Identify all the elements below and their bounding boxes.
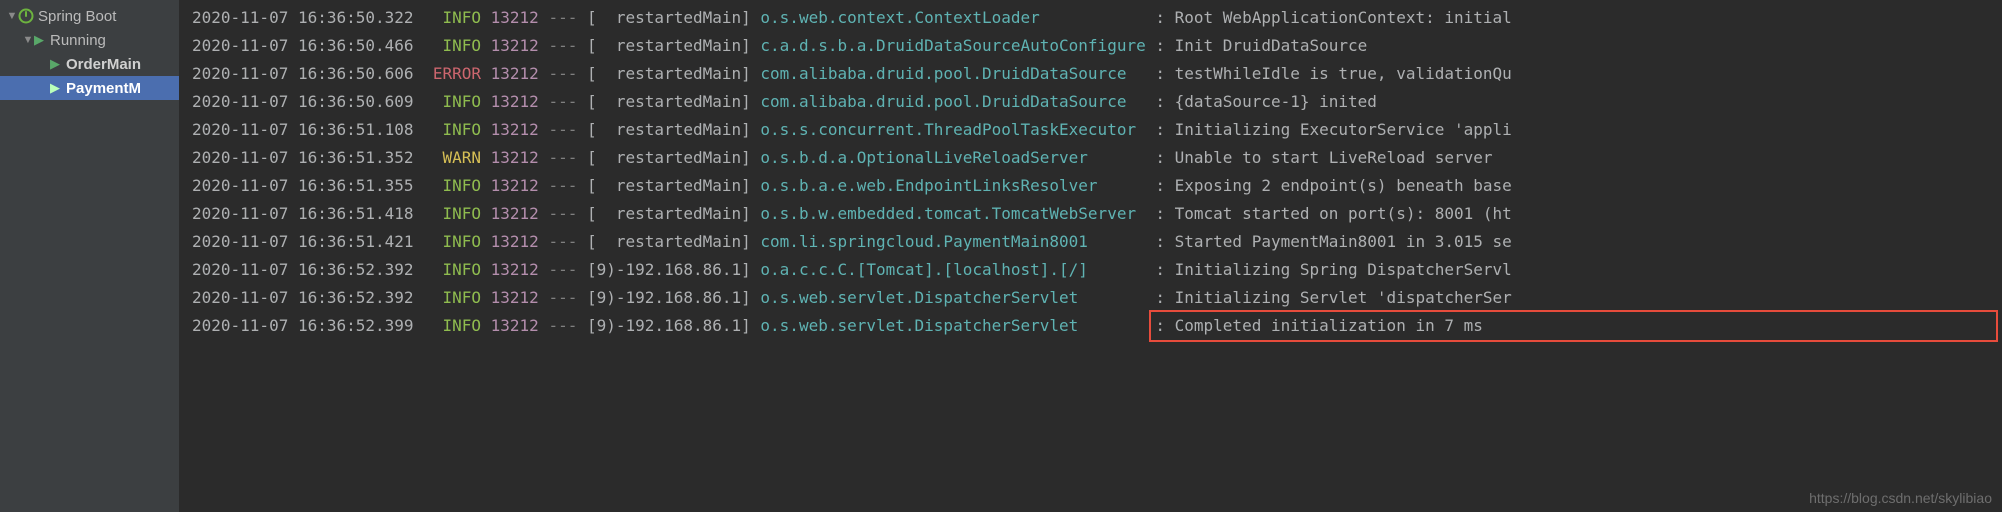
chevron-down-icon: ▼ bbox=[6, 10, 18, 22]
tree-node-run-config[interactable]: ▶ PaymentM bbox=[0, 76, 179, 100]
tree-label: OrderMain bbox=[66, 56, 141, 73]
tree-label: Spring Boot bbox=[38, 8, 116, 25]
log-line: 2020-11-07 16:36:50.322 INFO 13212 --- [… bbox=[192, 4, 2002, 32]
log-line: 2020-11-07 16:36:51.421 INFO 13212 --- [… bbox=[192, 228, 2002, 256]
run-dashboard-tree[interactable]: ▼ Spring Boot ▼ ▶ Running ▶ OrderMain ▶ … bbox=[0, 0, 180, 512]
tree-node-run-config[interactable]: ▶ OrderMain bbox=[0, 52, 179, 76]
tree-label: PaymentM bbox=[66, 80, 141, 97]
tree-node-running[interactable]: ▼ ▶ Running bbox=[0, 28, 179, 52]
log-line: 2020-11-07 16:36:52.392 INFO 13212 --- [… bbox=[192, 284, 2002, 312]
log-line: 2020-11-07 16:36:52.399 INFO 13212 --- [… bbox=[192, 312, 2002, 340]
log-line: 2020-11-07 16:36:51.352 WARN 13212 --- [… bbox=[192, 144, 2002, 172]
ide-panel: ▼ Spring Boot ▼ ▶ Running ▶ OrderMain ▶ … bbox=[0, 0, 2002, 512]
play-icon: ▶ bbox=[50, 56, 60, 72]
log-line: 2020-11-07 16:36:50.609 INFO 13212 --- [… bbox=[192, 88, 2002, 116]
log-line: 2020-11-07 16:36:51.108 INFO 13212 --- [… bbox=[192, 116, 2002, 144]
spring-boot-icon bbox=[18, 8, 34, 24]
console-output[interactable]: 2020-11-07 16:36:50.322 INFO 13212 --- [… bbox=[180, 0, 2002, 512]
chevron-down-icon: ▼ bbox=[22, 34, 34, 46]
play-icon: ▶ bbox=[34, 32, 44, 48]
play-icon: ▶ bbox=[50, 80, 60, 96]
tree-node-springboot[interactable]: ▼ Spring Boot bbox=[0, 4, 179, 28]
log-line: 2020-11-07 16:36:51.355 INFO 13212 --- [… bbox=[192, 172, 2002, 200]
log-line: 2020-11-07 16:36:52.392 INFO 13212 --- [… bbox=[192, 256, 2002, 284]
tree-label: Running bbox=[50, 32, 106, 49]
log-line: 2020-11-07 16:36:51.418 INFO 13212 --- [… bbox=[192, 200, 2002, 228]
watermark-text: https://blog.csdn.net/skylibiao bbox=[1809, 490, 1992, 506]
log-line: 2020-11-07 16:36:50.606 ERROR 13212 --- … bbox=[192, 60, 2002, 88]
log-line: 2020-11-07 16:36:50.466 INFO 13212 --- [… bbox=[192, 32, 2002, 60]
